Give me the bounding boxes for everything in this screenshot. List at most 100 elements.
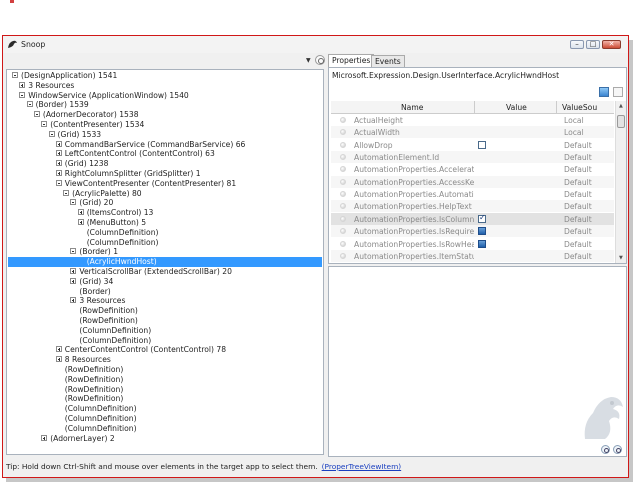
scroll-thumb[interactable] bbox=[617, 115, 625, 128]
tree-item[interactable]: (Border) 1 bbox=[8, 247, 322, 257]
tree-item[interactable]: (ColumnDefinition) bbox=[8, 414, 322, 424]
tree-item[interactable]: (ColumnDefinition) bbox=[8, 404, 322, 414]
property-row[interactable]: AutomationProperties.HelpText Default bbox=[331, 200, 614, 213]
expand-icon[interactable] bbox=[41, 434, 48, 441]
tree-item[interactable]: (Border) bbox=[8, 287, 322, 297]
tree-item[interactable]: (RowDefinition) bbox=[8, 385, 322, 395]
property-row[interactable]: AutomationProperties.IsRowHeader Default bbox=[331, 238, 614, 250]
title-bar[interactable]: Snoop – □ ✕ bbox=[3, 36, 628, 53]
tree-item[interactable]: 8 Resources bbox=[8, 355, 322, 365]
collapse-icon[interactable] bbox=[33, 111, 40, 118]
property-scrollbar[interactable]: ▲ ▼ bbox=[615, 101, 626, 263]
expand-icon[interactable] bbox=[77, 209, 84, 216]
property-row[interactable]: AutomationProperties.ItemStatus Default bbox=[331, 249, 614, 262]
close-button[interactable]: ✕ bbox=[602, 40, 621, 49]
expand-icon[interactable] bbox=[55, 170, 62, 176]
tree-item[interactable]: (Grid) 20 bbox=[8, 198, 322, 208]
sort-icon[interactable] bbox=[599, 87, 609, 97]
property-row[interactable]: ActualHeight Local bbox=[331, 114, 614, 126]
tree-item[interactable]: LeftContentControl (ContentControl) 63 bbox=[8, 149, 322, 159]
tree-item[interactable]: (ColumnDefinition) bbox=[8, 424, 322, 434]
minimize-button[interactable]: – bbox=[570, 40, 584, 49]
property-row[interactable]: AutomationProperties.AccessKey Default bbox=[331, 175, 614, 188]
property-row[interactable]: AutomationProperties.AcceleratorKe Defaul… bbox=[331, 163, 614, 175]
tree-item[interactable]: (RowDefinition) bbox=[8, 394, 322, 404]
visual-tree[interactable]: (DesignApplication) 1541 3 Resources Windo… bbox=[6, 69, 324, 455]
expand-icon[interactable] bbox=[77, 219, 84, 225]
tree-item[interactable]: (ColumnDefinition) bbox=[8, 336, 322, 346]
zoom-out-icon[interactable] bbox=[601, 445, 610, 454]
column-header-source[interactable]: ValueSou bbox=[562, 103, 614, 112]
tree-item[interactable]: (Grid) 34 bbox=[8, 277, 322, 287]
tree-item[interactable]: (AdornerLayer) 2 bbox=[8, 434, 322, 444]
property-row[interactable]: AutomationElement.Id Default bbox=[331, 151, 614, 164]
tree-item[interactable]: (RowDefinition) bbox=[8, 365, 322, 375]
collapse-icon[interactable] bbox=[26, 101, 33, 108]
collapse-icon[interactable] bbox=[70, 199, 77, 206]
expand-icon[interactable] bbox=[55, 356, 62, 363]
property-row[interactable]: AutomationProperties.IsColumnHea Default bbox=[331, 212, 614, 225]
expand-icon[interactable] bbox=[19, 81, 26, 88]
property-value-checkbox[interactable] bbox=[478, 239, 486, 248]
tree-item[interactable]: (DesignApplication) 1541 bbox=[8, 71, 322, 81]
property-row[interactable]: AutomationProperties.ItemTypeDefault bbox=[331, 262, 614, 263]
tree-item[interactable]: (Grid) 1533 bbox=[8, 130, 322, 140]
tree-item[interactable]: (AcrylicPalette) 80 bbox=[8, 189, 322, 199]
collapse-icon[interactable] bbox=[48, 130, 55, 137]
tree-item[interactable]: (RowDefinition) bbox=[8, 316, 322, 326]
tree-item[interactable]: (Grid) 1238 bbox=[8, 159, 322, 169]
tree-item[interactable]: RightColumnSplitter (GridSplitter) 1 bbox=[8, 169, 322, 179]
tab-properties[interactable]: Properties bbox=[328, 54, 375, 67]
column-header-name[interactable]: Name bbox=[401, 103, 423, 112]
tree-item[interactable]: 3 Resources bbox=[8, 81, 322, 91]
expand-icon[interactable] bbox=[70, 268, 77, 274]
property-value-checkbox[interactable] bbox=[478, 140, 486, 149]
collapse-icon[interactable] bbox=[41, 121, 48, 127]
column-divider[interactable] bbox=[474, 101, 475, 113]
column-header-value[interactable]: Value bbox=[506, 103, 527, 112]
tree-item[interactable]: (Border) 1539 bbox=[8, 100, 322, 110]
expand-icon[interactable] bbox=[55, 140, 62, 147]
tree-item[interactable]: VerticalScrollBar (ExtendedScrollBar) 20 bbox=[8, 267, 322, 277]
chevron-down-icon[interactable]: ▼ bbox=[306, 57, 311, 64]
tree-item[interactable]: (ColumnDefinition) bbox=[8, 228, 322, 238]
tree-item[interactable]: (ContentPresenter) 1534 bbox=[8, 120, 322, 130]
expand-icon[interactable] bbox=[55, 150, 62, 157]
tree-item[interactable]: CenterContentControl (ContentControl) 78 bbox=[8, 345, 322, 355]
tree-item[interactable]: WindowService (ApplicationWindow) 1540 bbox=[8, 91, 322, 101]
tree-item[interactable]: (RowDefinition) bbox=[8, 306, 322, 316]
zoom-in-icon[interactable] bbox=[613, 445, 622, 454]
tree-item[interactable]: CommandBarService (CommandBarService) 66 bbox=[8, 140, 322, 150]
tree-item[interactable]: 3 Resources bbox=[8, 296, 322, 306]
collapse-icon[interactable] bbox=[63, 189, 70, 196]
tree-item[interactable]: (ColumnDefinition) bbox=[8, 238, 322, 248]
property-value-checkbox[interactable] bbox=[478, 227, 486, 236]
scroll-up-icon[interactable]: ▲ bbox=[619, 103, 623, 109]
tree-item[interactable]: (AdornerDecorator) 1538 bbox=[8, 110, 322, 120]
tree-item[interactable]: (AcrylicHwndHost) bbox=[8, 257, 322, 268]
expand-icon[interactable] bbox=[70, 297, 77, 304]
property-row[interactable]: ActualWidth Local bbox=[331, 126, 614, 139]
property-row[interactable]: AutomationProperties.IsRequiredFo Default bbox=[331, 225, 614, 238]
tab-events[interactable]: Events bbox=[371, 55, 405, 67]
collapse-icon[interactable] bbox=[12, 72, 18, 78]
expand-icon[interactable] bbox=[55, 160, 62, 167]
tree-item[interactable]: (ItemsControl) 13 bbox=[8, 208, 322, 218]
tree-item[interactable]: ViewContentPresenter (ContentPresenter) … bbox=[8, 179, 322, 189]
column-divider[interactable] bbox=[556, 101, 557, 113]
property-value-checkbox[interactable] bbox=[478, 213, 486, 223]
refresh-icon[interactable] bbox=[315, 55, 325, 65]
tree-item[interactable]: (RowDefinition) bbox=[8, 375, 322, 385]
property-row[interactable]: AllowDrop Default bbox=[331, 139, 614, 151]
expand-icon[interactable] bbox=[55, 346, 62, 353]
selected-element-link[interactable]: (ProperTreeViewItem) bbox=[322, 462, 402, 471]
maximize-button[interactable]: □ bbox=[586, 40, 600, 49]
tree-item[interactable]: (ColumnDefinition) bbox=[8, 326, 322, 336]
collapse-icon[interactable] bbox=[70, 248, 77, 255]
collapse-icon[interactable] bbox=[19, 91, 26, 98]
tree-item[interactable]: (MenuButton) 5 bbox=[8, 218, 322, 228]
scroll-down-icon[interactable]: ▼ bbox=[619, 255, 623, 261]
filter-combo[interactable]: ▼ bbox=[6, 55, 325, 67]
property-row[interactable]: AutomationProperties.Automation Default bbox=[331, 188, 614, 200]
expand-icon[interactable] bbox=[70, 277, 77, 284]
